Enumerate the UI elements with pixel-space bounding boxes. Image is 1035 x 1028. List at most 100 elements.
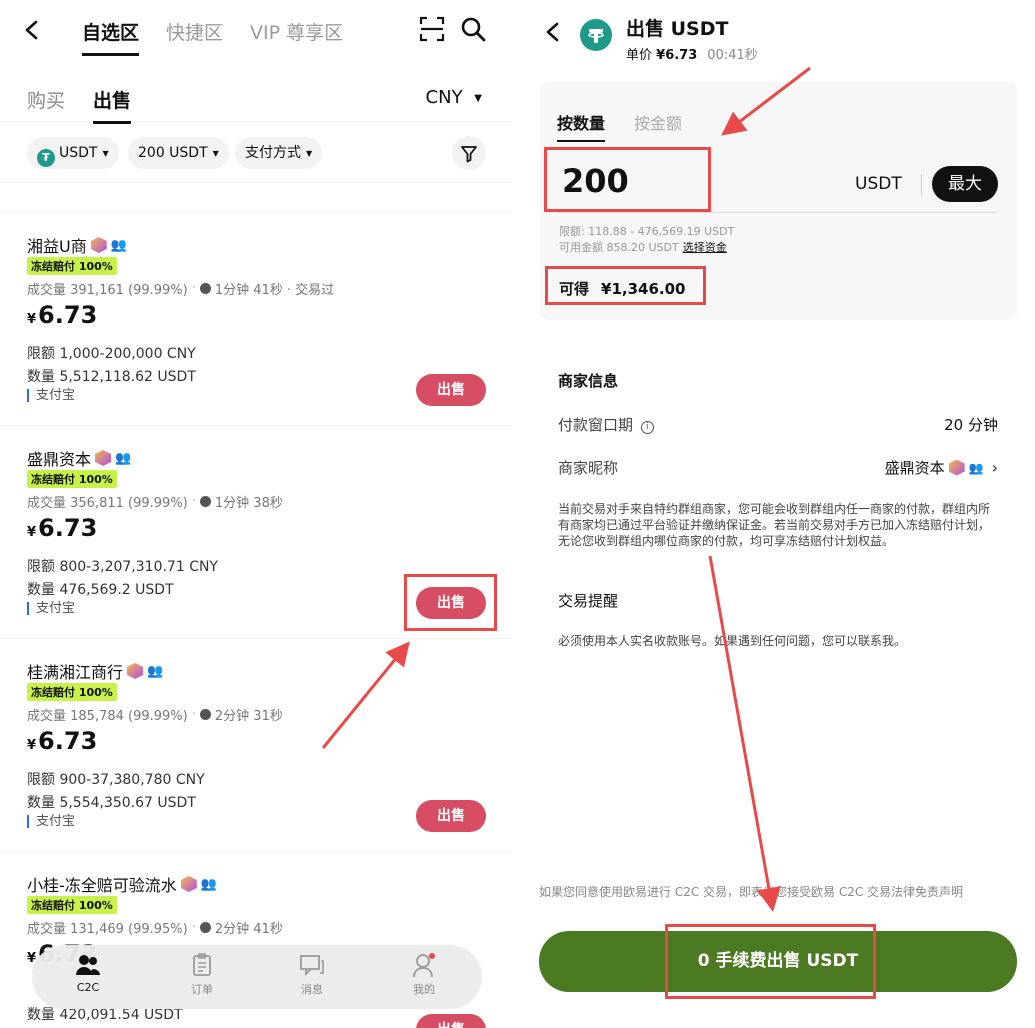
clock-icon	[199, 709, 211, 720]
info-circle-icon[interactable]: i	[640, 421, 654, 434]
payment-method: 支付宝	[27, 602, 75, 615]
bottom-tab-c2c[interactable]: C2C	[58, 953, 118, 994]
payment-window-row: 付款窗口期 i 20 分钟	[558, 414, 998, 435]
verified-hexagon-icon	[95, 450, 112, 466]
scan-icon[interactable]	[419, 16, 445, 42]
filter-bar: ₮ USDT ▼ 200 USDT ▼ 支付方式 ▼	[0, 135, 512, 183]
input-underline	[557, 212, 997, 213]
merchant-name: 盛鼎资本 👥	[27, 446, 131, 470]
merchant-name-text: 桂满湘江商行	[27, 663, 124, 682]
clipboard-icon	[193, 953, 211, 976]
freeze-compensation-badge: 冻结赔付 100%	[27, 470, 117, 488]
merchant-stats: 成交量 185,784 (99.99%) · 2分钟 31秒	[27, 707, 283, 724]
merchant-name: 桂满湘江商行 👥	[27, 659, 163, 683]
available-balance-text: 可用金额 858.20 USDT	[559, 241, 679, 254]
caret-down-icon: ▼	[212, 149, 219, 158]
price: ¥6.73	[27, 301, 97, 329]
tab-sell[interactable]: 出售	[93, 86, 132, 124]
tab-by-amount[interactable]: 按金额	[634, 110, 682, 134]
back-arrow-icon[interactable]	[24, 20, 38, 40]
volume-text: 成交量 185,784 (99.99%)	[27, 709, 188, 724]
merchant-nick-label: 商家昵称	[558, 459, 619, 477]
merchant-stats: 成交量 391,161 (99.99%) · 1分钟 41秒 · 交易过	[27, 281, 335, 298]
highlight-box	[544, 147, 711, 212]
unit-price-label: 单价	[626, 48, 653, 63]
tab-buy[interactable]: 购买	[27, 86, 65, 113]
merchant-nick-value: 盛鼎资本	[884, 459, 945, 477]
highlight-box	[404, 574, 497, 631]
volume-text: 成交量 391,161 (99.99%)	[27, 283, 188, 298]
group-merchant-icon: 👥	[968, 460, 984, 475]
bottom-tab-orders[interactable]: 订单	[172, 953, 232, 997]
coin-filter-chip[interactable]: ₮ USDT ▼	[27, 137, 119, 169]
back-arrow-icon[interactable]	[545, 22, 559, 42]
funnel-filter-icon[interactable]	[452, 136, 486, 170]
tab-by-quantity[interactable]: 按数量	[557, 110, 606, 142]
quantity-text: 数量 476,569.2 USDT	[27, 582, 174, 598]
clock-icon	[199, 496, 211, 507]
currency-label: CNY	[425, 87, 463, 108]
tether-icon: ₮	[37, 149, 55, 167]
sell-button[interactable]: 出售	[416, 800, 486, 832]
payment-method: 支付宝	[27, 389, 75, 402]
release-time-text: 2分钟 31秒	[214, 709, 283, 724]
max-button[interactable]: 最大	[932, 166, 998, 202]
bottom-tab-label: C2C	[76, 981, 100, 994]
merchant-list-screen: 自选区 快捷区 VIP 尊享区 购买 出售 CNY ▼ ₮ USDT ▼ 200 U…	[0, 0, 512, 1028]
sell-button[interactable]: 出售	[416, 374, 486, 406]
amount-filter-chip[interactable]: 200 USDT ▼	[128, 137, 229, 169]
user-icon	[413, 953, 435, 977]
amount-filter-label: 200 USDT	[138, 145, 208, 161]
panel-divider	[512, 0, 523, 1028]
bottom-tab-profile[interactable]: 我的	[394, 953, 454, 997]
caret-down-icon: ▼	[306, 149, 313, 158]
group-merchant-note: 当前交易对手来自特约群组商家，您可能会收到群组内任一商家的付款，群组内所有商家均…	[558, 502, 991, 548]
tab-vip[interactable]: VIP 尊享区	[250, 18, 343, 45]
payment-window-label: 付款窗口期	[558, 416, 634, 434]
payment-filter-chip[interactable]: 支付方式 ▼	[235, 137, 323, 169]
bottom-tab-messages[interactable]: 消息	[282, 953, 342, 997]
amount-unit: USDT	[855, 174, 902, 194]
unit-separator	[921, 174, 922, 196]
merchant-info-title: 商家信息	[558, 372, 619, 390]
limit-text: 限额 800-3,207,310.71 CNY	[27, 559, 218, 575]
highlight-box	[545, 266, 706, 305]
tab-favorites[interactable]: 自选区	[82, 18, 140, 56]
merchant-stats: 成交量 131,469 (99.95%) · 2分钟 41秒	[27, 920, 283, 937]
available-balance: 可用金额 858.20 USDT 选择资金	[559, 239, 727, 255]
countdown-timer: 00:41秒	[707, 48, 758, 63]
merchant-name: 小桂-冻全赔可验流水 👥	[27, 872, 217, 896]
payment-method: 支付宝	[27, 815, 75, 828]
select-funds-link[interactable]: 选择资金	[683, 241, 727, 254]
tether-logo-icon	[580, 19, 612, 51]
volume-text: 成交量 356,811 (99.99%)	[27, 496, 188, 511]
merchant-nickname-row[interactable]: 商家昵称 盛鼎资本 👥 ›	[558, 457, 998, 478]
merchant-name: 湘益U商 👥	[27, 233, 127, 257]
price-value: 6.73	[38, 727, 98, 755]
freeze-compensation-badge: 冻结赔付 100%	[27, 896, 117, 914]
price-value: 6.73	[38, 514, 98, 542]
bottom-tab-label: 我的	[413, 983, 435, 996]
freeze-compensation-badge: 冻结赔付 100%	[27, 257, 117, 275]
release-time-text: 2分钟 41秒	[214, 922, 283, 937]
yen-symbol: ¥	[27, 312, 37, 327]
legal-disclaimer: 如果您同意使用欧易进行 C2C 交易，即表示您接受欧易 C2C 交易法律免责声明	[539, 885, 964, 899]
coin-filter-label: USDT	[59, 145, 98, 161]
page-title: 出售 USDT	[626, 18, 729, 40]
payment-filter-label: 支付方式	[245, 145, 301, 161]
search-icon[interactable]	[460, 16, 486, 42]
bottom-tab-bar: C2C 订单 消息 我的	[32, 945, 482, 1009]
limit-text: 限额 1,000-200,000 CNY	[27, 346, 196, 362]
verified-hexagon-icon	[180, 876, 197, 892]
currency-selector[interactable]: CNY ▼	[426, 87, 482, 108]
clock-icon	[199, 922, 211, 933]
sell-button[interactable]: 出售	[416, 1014, 486, 1028]
release-time-text: 1分钟 41秒	[214, 283, 283, 298]
tab-express[interactable]: 快捷区	[166, 18, 223, 45]
group-merchant-icon: 👥	[115, 450, 132, 466]
clock-icon	[199, 283, 211, 294]
list-item[interactable]: 湘益U商 👥 冻结赔付 100% 成交量 391,161 (99.99%) · 1分…	[0, 212, 512, 425]
list-item[interactable]: 桂满湘江商行 👥 冻结赔付 100% 成交量 185,784 (99.99%) ·…	[0, 638, 512, 851]
yen-symbol: ¥	[27, 738, 37, 753]
price: ¥6.73	[27, 727, 97, 755]
